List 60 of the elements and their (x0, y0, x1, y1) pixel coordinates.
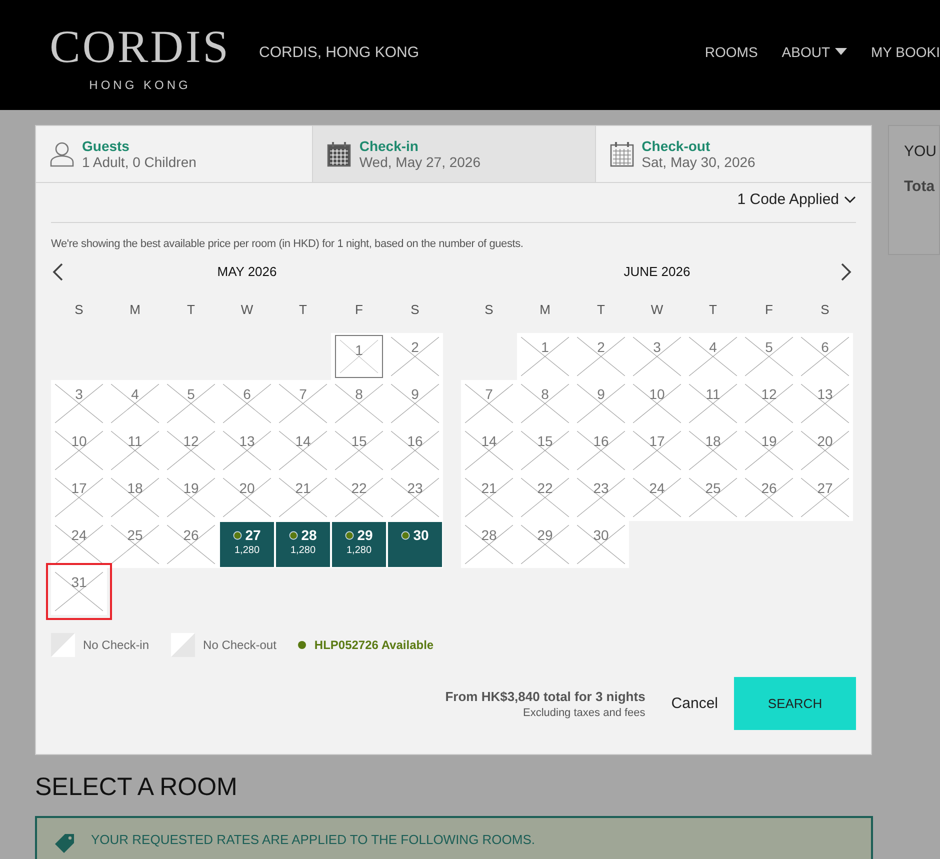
total-price: From HK$3,840 total for 3 nights (445, 688, 646, 704)
available-dot-icon (289, 530, 298, 540)
tab-label: Check-out (642, 138, 712, 154)
weekday-label: M (538, 302, 552, 317)
month-title: MAY 2026 (217, 264, 277, 278)
available-dot-icon (345, 530, 354, 540)
logo-subtitle: HONG KONG (89, 78, 191, 92)
nav-link[interactable]: MY BOOKI (871, 44, 940, 60)
search-button[interactable]: SEARCH (734, 677, 856, 730)
weekday-label: M (128, 302, 142, 317)
calendar-icon (327, 141, 352, 167)
tax-note: Excluding taxes and fees (522, 706, 646, 718)
code-dropdown[interactable]: 1 Code Applied (737, 191, 856, 208)
section-title: SELECT A ROOM (35, 773, 238, 802)
cancel-button[interactable]: Cancel (671, 695, 718, 712)
logo-name: CORDIS (50, 24, 230, 70)
weekday-label: W (240, 302, 254, 317)
info-text: We're showing the best available price per room (in HKD) for 1 night, based on the number of guests. (51, 238, 524, 250)
weekday-label: W (650, 302, 664, 317)
tab-value: 1 Adult, 0 Children (82, 154, 196, 170)
tab-label: Guests (82, 138, 130, 154)
tag-icon (53, 832, 77, 854)
next-icon[interactable] (839, 262, 853, 282)
nav-link[interactable]: ROOMS (704, 44, 758, 60)
weekday-label: T (186, 302, 196, 317)
summary-total: Tota (904, 178, 936, 195)
available-dot-icon (401, 530, 410, 540)
tab-value: Sat, May 30, 2026 (642, 154, 756, 170)
calendar-icon (610, 141, 634, 167)
available-date[interactable]: 29 1,280 (332, 522, 386, 567)
today-date: 1 (335, 335, 383, 378)
tab-value: Wed, May 27, 2026 (359, 154, 480, 170)
weekday-label: T (298, 302, 308, 317)
previous-icon[interactable] (51, 262, 65, 282)
available-date[interactable]: 28 1,280 (276, 522, 330, 567)
person-icon (50, 141, 74, 167)
weekday-label: S (820, 302, 830, 317)
legend-label: No Check-out (203, 638, 276, 652)
month-title: JUNE 2026 (624, 264, 690, 278)
search-tab[interactable]: Check-in Wed, May 27, 2026 (313, 126, 596, 182)
notice-text: YOUR REQUESTED RATES ARE APPLIED TO THE FOLLOWING ROOMS. (91, 832, 536, 847)
no-checkin-icon (51, 633, 75, 657)
available-date[interactable]: 30 (388, 522, 442, 567)
summary-title: YOU (904, 143, 938, 160)
available-dot-icon (233, 530, 242, 540)
weekday-label: F (354, 302, 364, 317)
weekday-label: T (596, 302, 606, 317)
nav-link[interactable]: ABOUT (782, 44, 848, 60)
legend-label: No Check-in (83, 638, 150, 652)
weekday-label: S (410, 302, 420, 317)
available-date[interactable]: 27 1,280 (220, 522, 274, 567)
hotel-name: CORDIS, HONG KONG (259, 44, 420, 60)
weekday-label: S (484, 302, 494, 317)
weekday-label: T (708, 302, 718, 317)
tab-label: Check-in (359, 138, 420, 154)
no-checkout-icon (171, 633, 196, 657)
legend-label: HLP052726 Available (314, 638, 434, 652)
weekday-label: F (764, 302, 774, 317)
chevron-down-icon (844, 196, 856, 204)
weekday-label: S (74, 302, 84, 317)
